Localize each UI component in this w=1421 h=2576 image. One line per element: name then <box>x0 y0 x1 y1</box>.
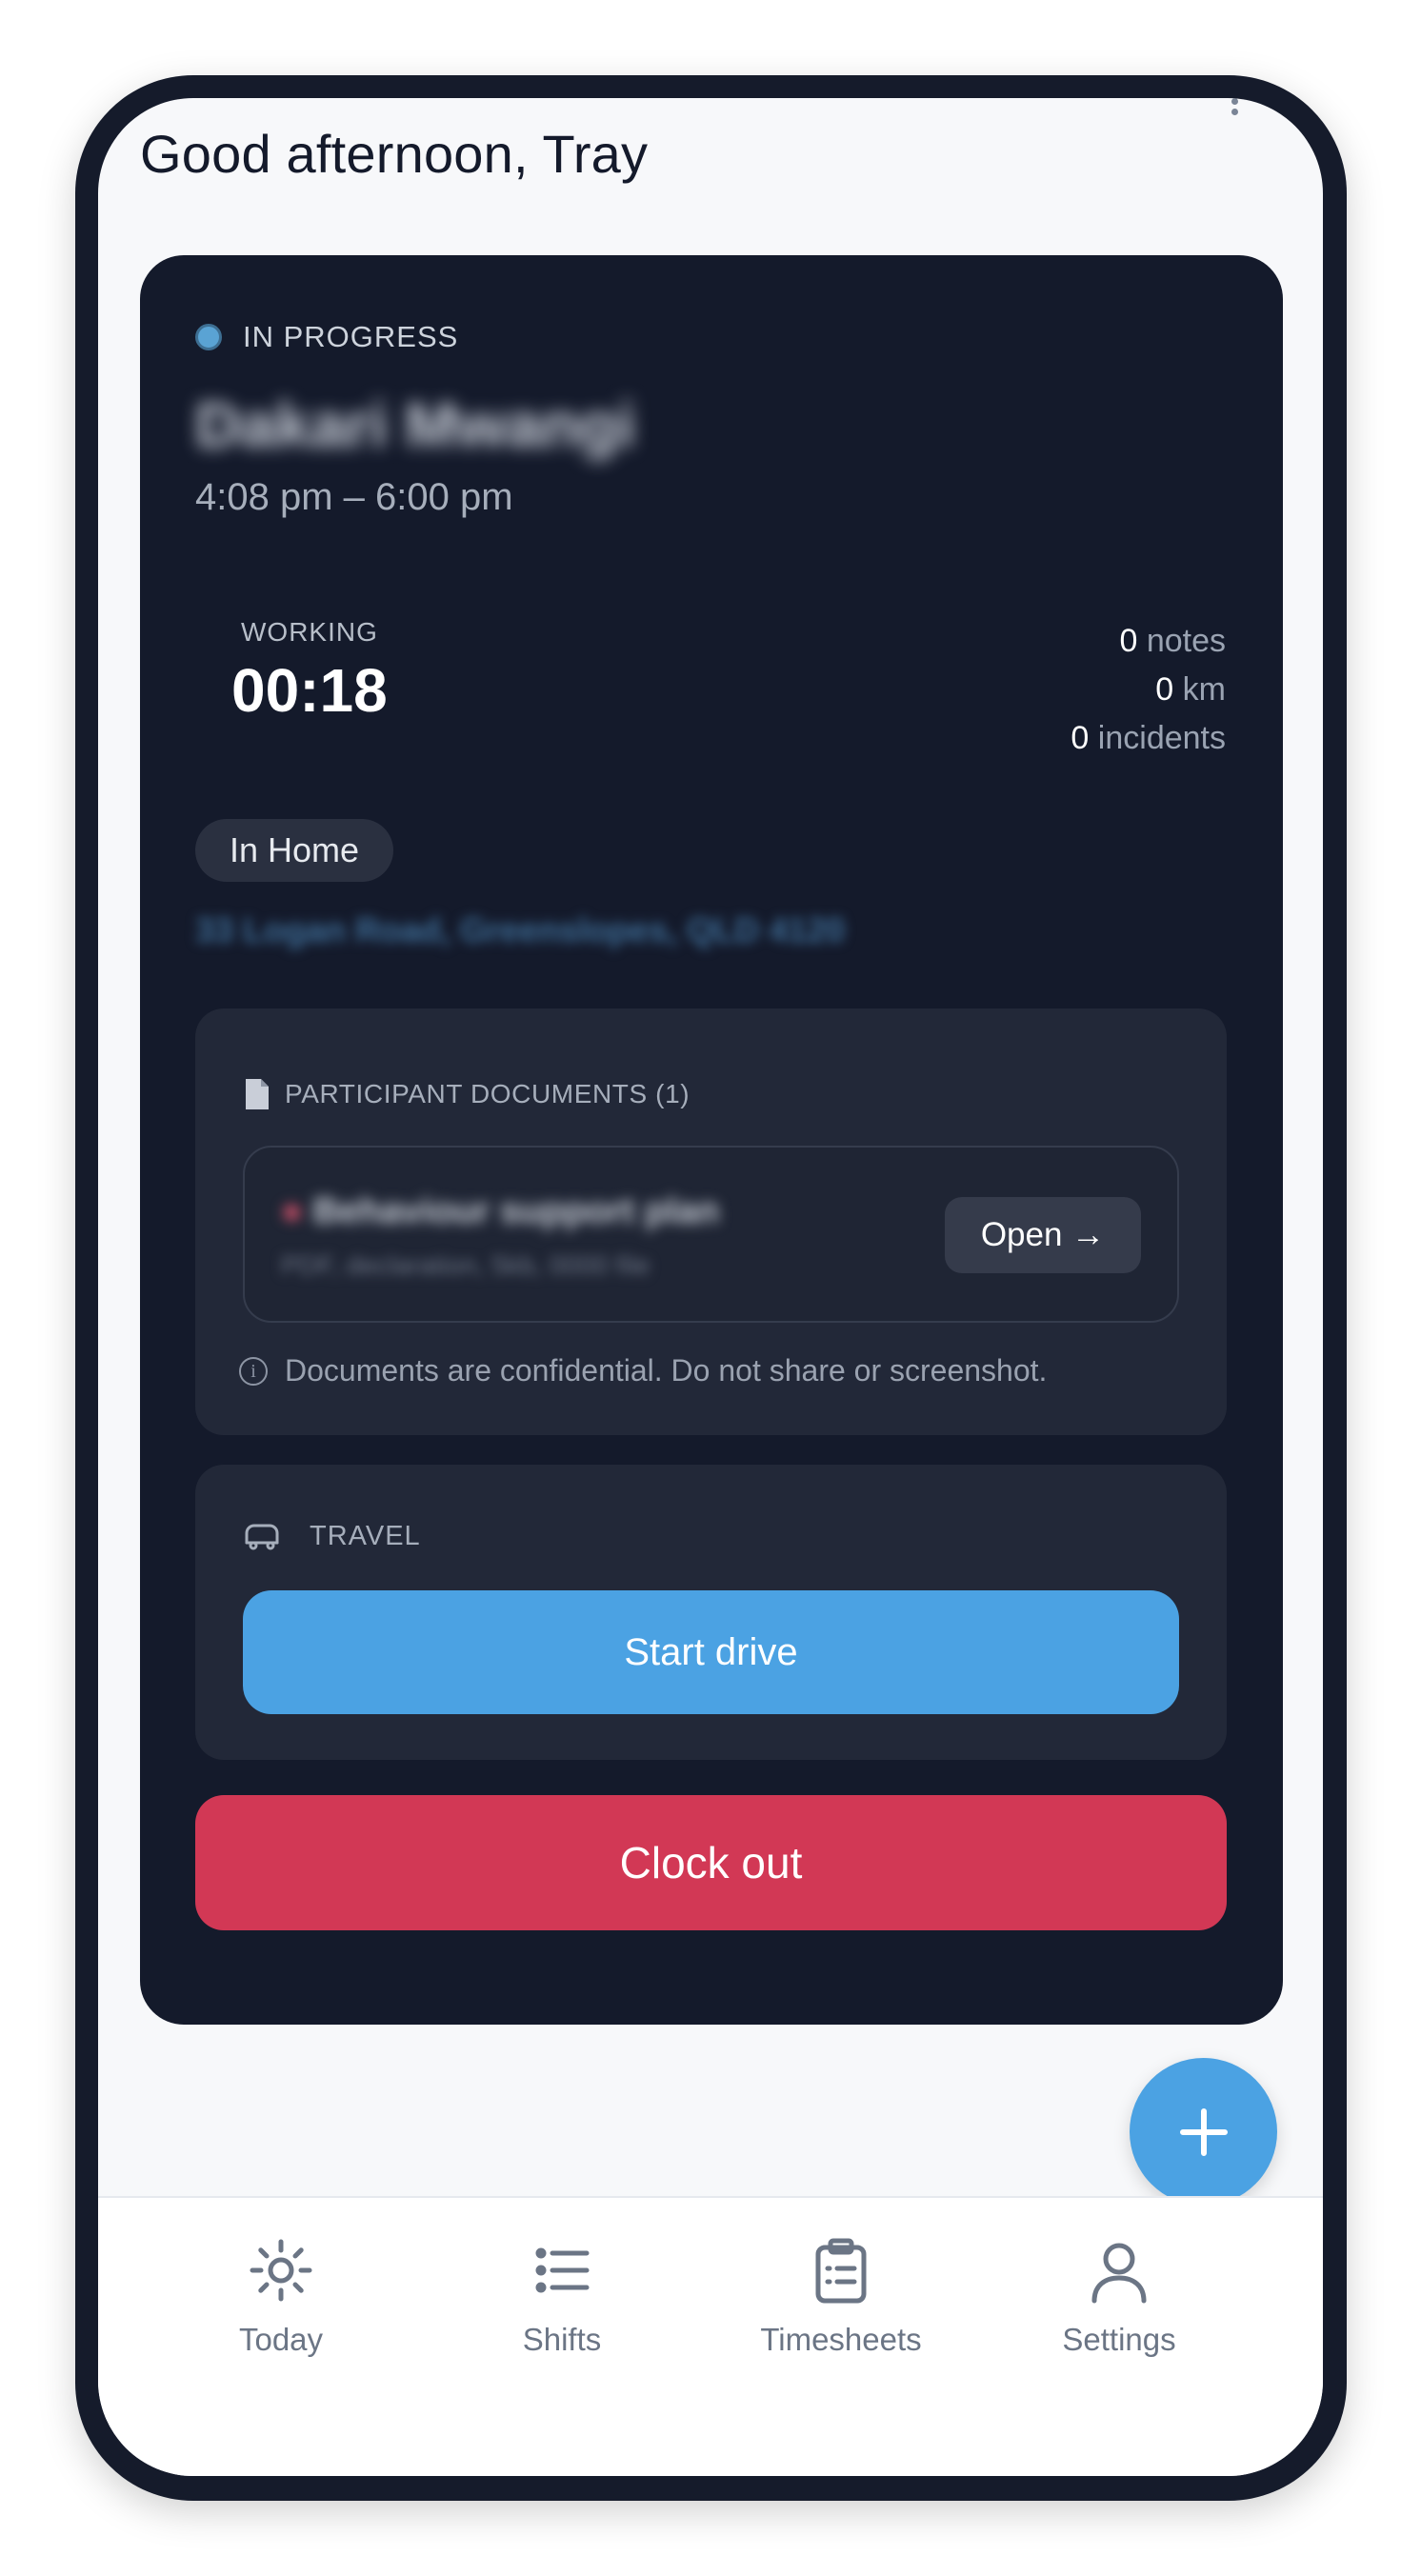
working-timer: 00:18 <box>231 656 388 725</box>
notes-stat: 0 notes <box>1119 623 1226 659</box>
sun-icon <box>250 2239 312 2302</box>
bottom-nav: Today Shifts Timesheets Settings <box>98 2196 1323 2476</box>
document-title: ● Behaviour support plan <box>281 1191 719 1231</box>
km-stat: 0 km <box>1155 671 1226 708</box>
list-icon <box>535 2247 590 2293</box>
confidential-note-text: Documents are confidential. Do not share… <box>285 1353 1048 1388</box>
document-item[interactable]: ● Behaviour support plan PDF, declaratio… <box>243 1146 1179 1323</box>
travel-panel: TRAVEL Start drive <box>195 1465 1227 1760</box>
travel-title: TRAVEL <box>310 1520 421 1551</box>
add-fab-button[interactable] <box>1130 2058 1277 2206</box>
user-icon <box>1091 2243 1147 2304</box>
documents-header: PARTICIPANT DOCUMENTS (1) <box>243 1077 690 1111</box>
clipboard-icon <box>815 2238 867 2304</box>
greeting: Good afternoon, Tray <box>140 124 649 184</box>
shift-address-link[interactable]: 33 Logan Road, Greenslopes, QLD 4120 <box>195 910 845 950</box>
shift-stats: 0 notes 0 km 0 incidents <box>1071 617 1226 763</box>
location-type-badge: In Home <box>195 819 394 882</box>
app-screen: Good afternoon, Tray IN PROGRESS Dakari … <box>98 98 1323 2476</box>
plus-icon <box>1179 2107 1228 2156</box>
car-icon <box>245 1524 279 1550</box>
working-label: WORKING <box>241 617 378 647</box>
nav-label-settings: Settings <box>1062 2322 1176 2357</box>
nav-item-shifts[interactable]: Shifts <box>448 2236 676 2358</box>
status-dot-icon <box>195 324 222 350</box>
confidential-note: i Documents are confidential. Do not sha… <box>239 1353 1047 1388</box>
start-drive-button[interactable]: Start drive <box>243 1590 1179 1714</box>
more-options-icon[interactable] <box>1231 98 1239 115</box>
status-label: IN PROGRESS <box>243 320 459 353</box>
document-type-icon: ● <box>281 1191 303 1231</box>
participant-documents-panel: PARTICIPANT DOCUMENTS (1) ● Behaviour su… <box>195 1008 1227 1435</box>
document-meta: PDF, declaration, 5kb, 0000 file <box>281 1250 650 1280</box>
participant-name: Dakari Mwangi <box>195 389 636 460</box>
nav-item-timesheets[interactable]: Timesheets <box>727 2236 955 2358</box>
travel-header: TRAVEL <box>243 1520 421 1552</box>
document-icon <box>246 1079 269 1109</box>
nav-label-shifts: Shifts <box>522 2322 602 2357</box>
open-document-button[interactable]: Open → <box>945 1197 1141 1273</box>
info-icon: i <box>239 1356 268 1386</box>
nav-item-settings[interactable]: Settings <box>1005 2236 1233 2358</box>
nav-item-today[interactable]: Today <box>167 2236 395 2358</box>
clock-out-button[interactable]: Clock out <box>195 1795 1227 1930</box>
current-shift-card: IN PROGRESS Dakari Mwangi 4:08 pm – 6:00… <box>140 255 1283 2025</box>
shift-time-range: 4:08 pm – 6:00 pm <box>195 476 513 518</box>
incidents-stat: 0 incidents <box>1071 720 1226 756</box>
nav-label-timesheets: Timesheets <box>760 2322 922 2357</box>
documents-title: PARTICIPANT DOCUMENTS (1) <box>285 1079 690 1108</box>
nav-label-today: Today <box>238 2322 324 2357</box>
shift-status: IN PROGRESS <box>195 320 458 354</box>
